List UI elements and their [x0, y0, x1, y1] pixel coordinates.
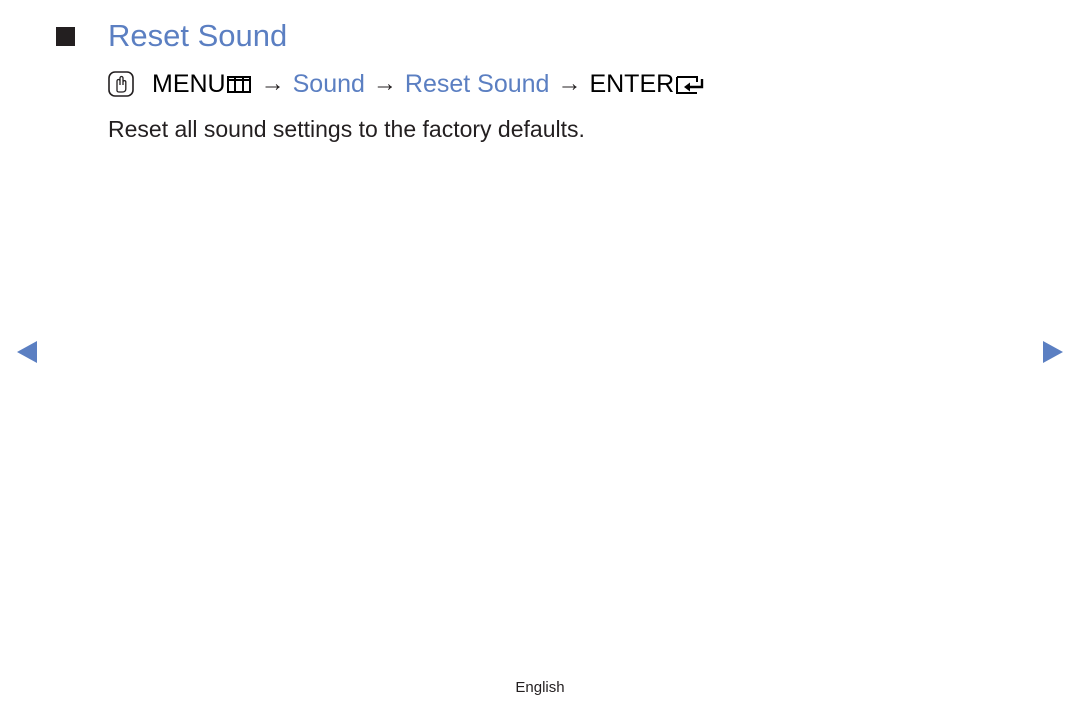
path-arrow: → [260, 70, 285, 97]
square-bullet-icon [56, 26, 75, 46]
menu-icon [226, 75, 251, 93]
description: Reset all sound settings to the factory … [108, 116, 585, 142]
enter-icon [676, 76, 704, 94]
path-item-sound[interactable]: Sound [293, 70, 365, 99]
menu-label: MENU [152, 69, 226, 98]
triangle-left-icon[interactable] [16, 340, 38, 364]
enter-label: ENTER [589, 69, 675, 98]
section-heading: Reset Sound [56, 16, 287, 56]
path-arrow: → [557, 70, 582, 97]
menu-path: MENU → Sound → Reset Sound → ENTER [108, 66, 705, 102]
triangle-right-icon[interactable] [1042, 340, 1064, 364]
path-item-reset-sound[interactable]: Reset Sound [405, 70, 550, 99]
path-arrow: → [372, 70, 397, 97]
footer-language: English [515, 679, 565, 696]
om-hand-icon [108, 71, 134, 97]
page-title: Reset Sound [108, 18, 288, 53]
